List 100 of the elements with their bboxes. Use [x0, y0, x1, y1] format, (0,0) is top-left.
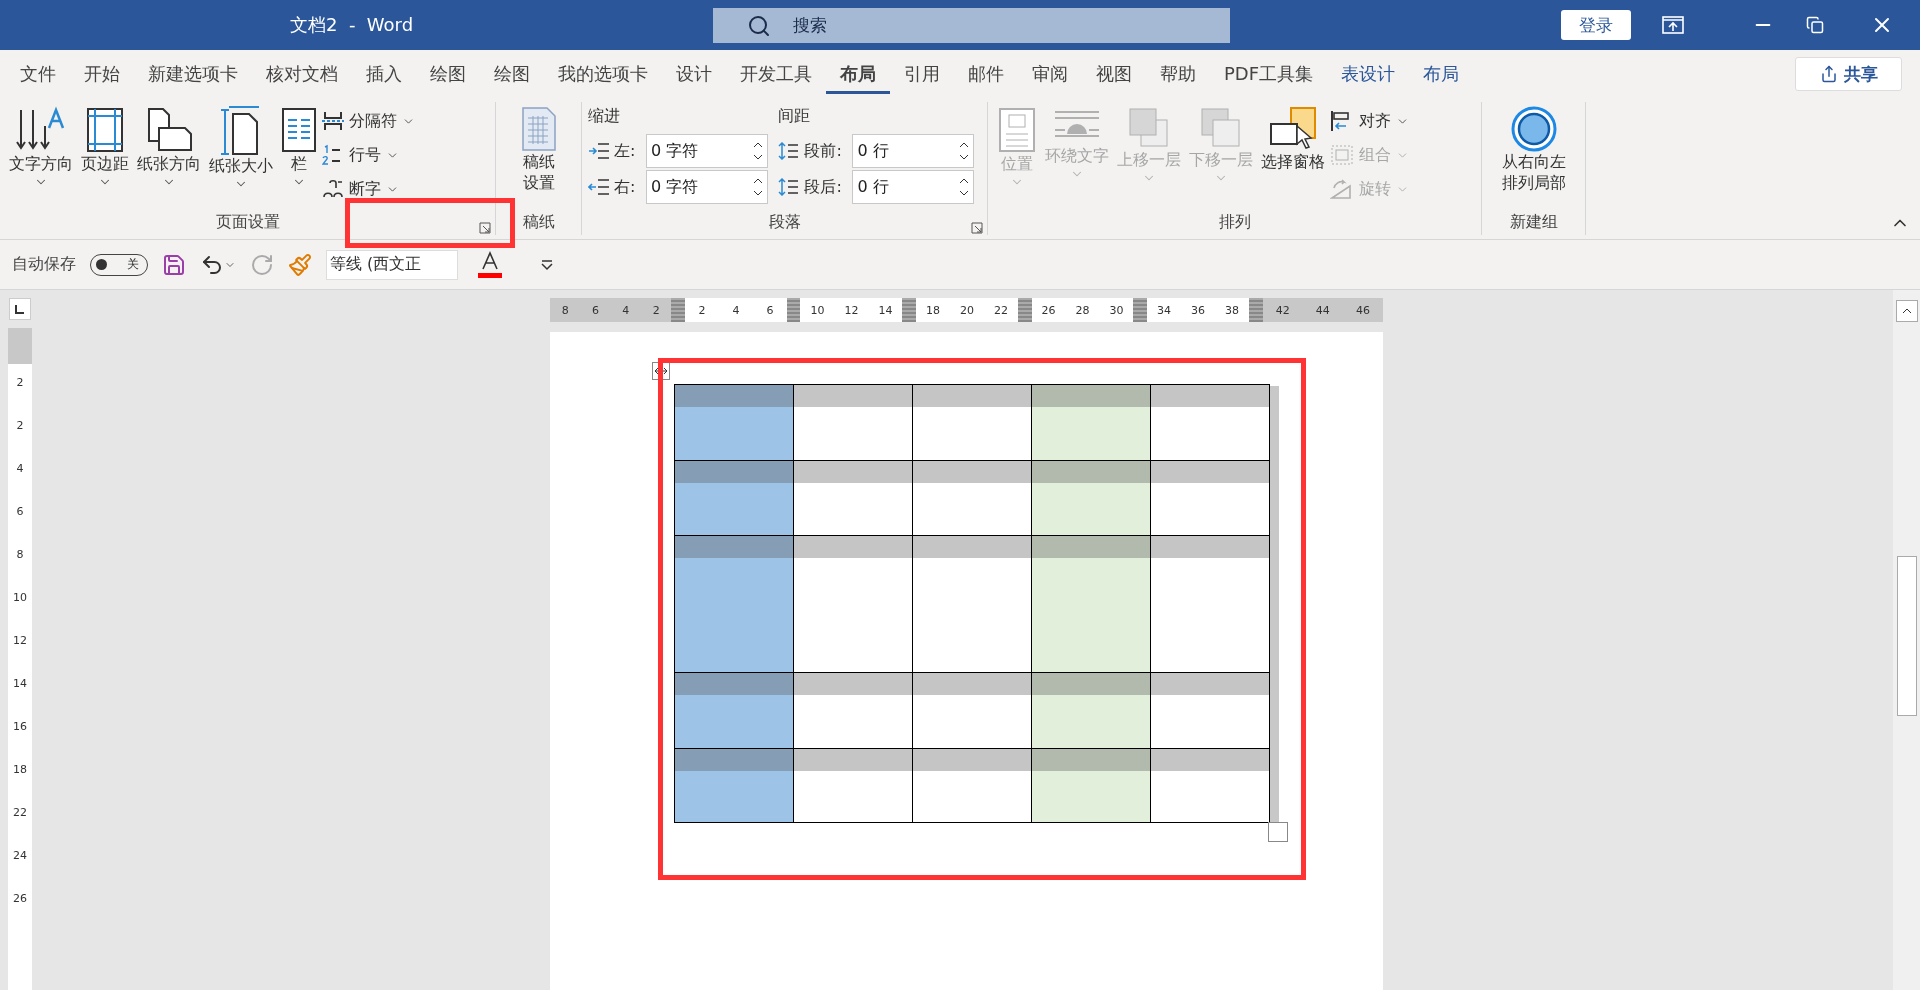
search-icon: [747, 13, 771, 38]
ribbon-tab[interactable]: PDF工具集: [1210, 54, 1328, 94]
spacing-heading: 间距: [778, 106, 812, 127]
ruler-number: 38: [1225, 303, 1239, 317]
ribbon-tab[interactable]: 开始: [70, 54, 134, 94]
ribbon-button[interactable]: 纸张大小: [206, 102, 276, 212]
field-label: 段前:: [778, 140, 849, 162]
ruler-number: 34: [1157, 303, 1172, 317]
ribbon-tab[interactable]: 表设计: [1327, 54, 1410, 94]
ribbon-button[interactable]: 从右向左排列局部: [1497, 102, 1570, 212]
group-label: 段落: [768, 212, 801, 233]
ribbon-tab[interactable]: 帮助: [1146, 54, 1210, 94]
column-marker[interactable]: [1249, 298, 1263, 322]
spin-field[interactable]: 0 行: [852, 170, 975, 204]
ribbon-tab[interactable]: 设计: [662, 54, 726, 94]
bring-forward-icon: [1127, 106, 1171, 150]
spin-field[interactable]: 0 字符: [645, 134, 768, 168]
ribbon-tab[interactable]: 开发工具: [726, 54, 826, 94]
spin-arrows-icon[interactable]: [752, 177, 763, 197]
field-label: 段后:: [778, 176, 849, 198]
scroll-thumb[interactable]: [1896, 556, 1917, 716]
ribbon-tab[interactable]: 引用: [890, 54, 954, 94]
ribbon-tab[interactable]: 插入: [352, 54, 416, 94]
font-field[interactable]: 等线 (西文正: [326, 249, 458, 280]
ruler-number: 2: [698, 303, 706, 317]
ribbon-button[interactable]: 选择窗格: [1258, 102, 1328, 212]
share-icon: [1819, 65, 1838, 83]
position-icon: [997, 106, 1037, 154]
ruler-number: 2: [652, 303, 660, 317]
indent-right-icon: [588, 178, 610, 196]
font-color-icon[interactable]: [478, 250, 502, 279]
manuscript-icon: [520, 106, 557, 152]
send-backward-icon: [1199, 106, 1243, 150]
save-icon[interactable]: [162, 252, 186, 277]
ribbon-tab[interactable]: 布局: [826, 54, 890, 94]
caret-up-icon: [1901, 308, 1912, 314]
ribbon-button[interactable]: 断字: [322, 174, 415, 204]
spin-arrows-icon[interactable]: [959, 177, 970, 197]
ruler-number: 46: [1355, 303, 1370, 317]
ruler-number: 14: [878, 303, 893, 317]
ruler-number: 14: [13, 676, 27, 692]
ruler-number: 26: [13, 891, 27, 907]
ruler-number: 18: [13, 762, 27, 778]
ribbon-tab[interactable]: 核对文档: [252, 54, 352, 94]
ribbon-tab[interactable]: 布局: [1409, 54, 1474, 94]
ribbon-tab[interactable]: 绘图: [416, 54, 480, 94]
ribbon-tab[interactable]: 文件: [6, 54, 70, 94]
spin-arrows-icon[interactable]: [959, 141, 970, 161]
ribbon-tab[interactable]: 邮件: [954, 54, 1018, 94]
ruler-number: 42: [1275, 303, 1290, 317]
column-marker[interactable]: [671, 298, 685, 322]
restore-icon[interactable]: [1806, 16, 1824, 34]
group-icon: [1330, 144, 1354, 166]
ruler-number: 12: [844, 303, 859, 317]
circle-icon: [1510, 106, 1557, 152]
sign-in-button[interactable]: 登录: [1561, 10, 1631, 40]
ribbon-tab[interactable]: 我的选项卡: [544, 54, 662, 94]
ribbon-button[interactable]: 对齐: [1330, 106, 1409, 136]
ruler-number: 8: [16, 547, 24, 563]
ribbon-button[interactable]: 页边距: [78, 102, 132, 212]
ribbon-tab[interactable]: 视图: [1082, 54, 1146, 94]
ribbon-button[interactable]: 栏: [278, 102, 320, 212]
ribbon-button[interactable]: 文字方向: [6, 102, 76, 212]
customize-toolbar-icon[interactable]: [540, 258, 554, 271]
group-label: 稿纸: [522, 212, 555, 233]
ruler-number: 44: [1315, 303, 1330, 317]
ribbon-tab[interactable]: 审阅: [1018, 54, 1082, 94]
share-button[interactable]: 共享: [1795, 57, 1902, 91]
spin-field[interactable]: 0 字符: [645, 170, 768, 204]
ruler-number: 4: [16, 461, 24, 477]
search-field[interactable]: 搜索: [713, 8, 1230, 43]
ruler-number: 22: [13, 805, 27, 821]
field-label: 左:: [588, 140, 642, 162]
ruler-number: 6: [766, 303, 774, 317]
dialog-launcher-icon[interactable]: [479, 219, 491, 231]
ruler-number: 36: [1191, 303, 1206, 317]
ruler-number: 30: [1109, 303, 1124, 317]
ruler-number: 2: [16, 418, 24, 434]
hyphenation-icon: [322, 178, 344, 200]
ribbon-tab[interactable]: 绘图: [480, 54, 544, 94]
spacing-icon: [778, 178, 801, 196]
ruler-number: 28: [1075, 303, 1090, 317]
spin-field[interactable]: 0 行: [852, 134, 975, 168]
column-marker[interactable]: [902, 298, 916, 322]
tab-selector[interactable]: [9, 298, 31, 320]
ribbon-button[interactable]: 纸张方向: [134, 102, 204, 212]
resize-handle[interactable]: [1268, 822, 1288, 842]
ribbon-button[interactable]: 稿纸设置: [517, 102, 560, 212]
dialog-launcher-icon[interactable]: [971, 219, 983, 231]
ribbon-button[interactable]: 行号: [322, 140, 415, 170]
ribbon-tab[interactable]: 新建选项卡: [134, 54, 252, 94]
ribbon-button[interactable]: 分隔符: [322, 106, 415, 136]
ruler-number: 4: [622, 303, 630, 317]
format-painter-icon[interactable]: [288, 252, 312, 277]
tab-stop-icon: [14, 305, 24, 315]
spin-arrows-icon[interactable]: [752, 141, 763, 161]
ribbon-display-icon[interactable]: [1662, 16, 1684, 34]
paper-size-icon: [221, 106, 261, 156]
breaks-icon: [322, 110, 344, 132]
column-marker[interactable]: [1133, 298, 1148, 322]
